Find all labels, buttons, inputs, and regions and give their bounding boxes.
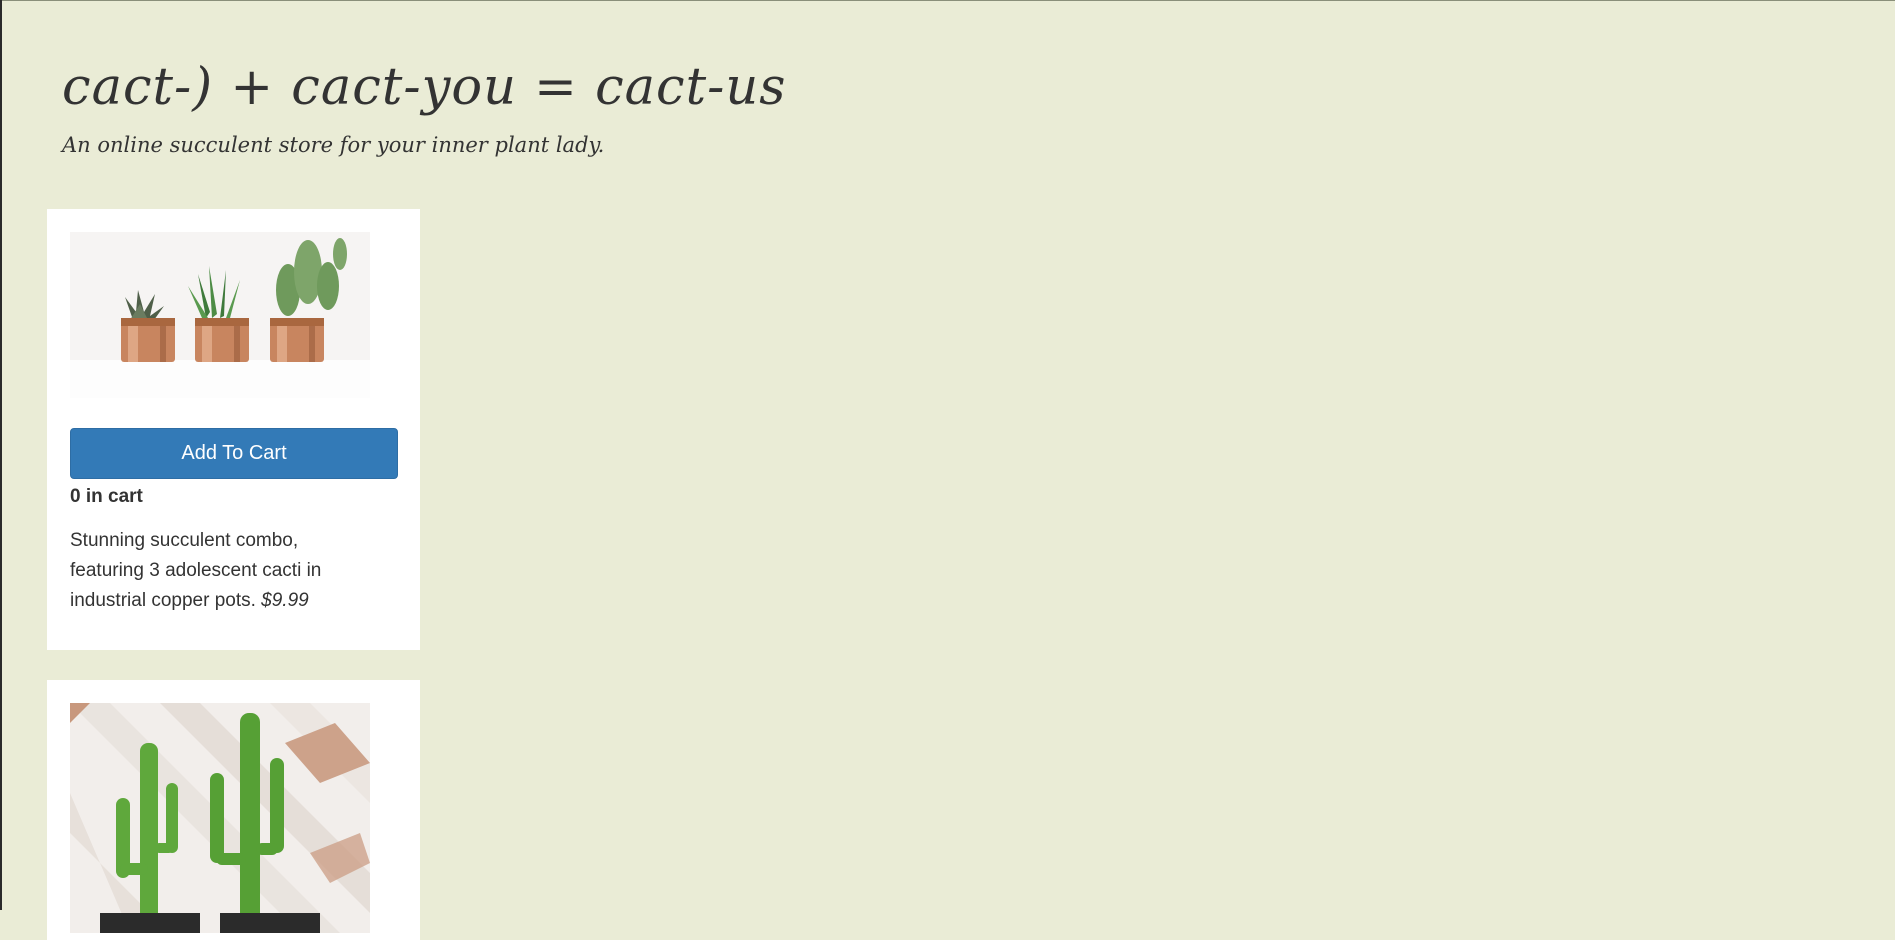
window-top-border <box>0 0 1895 1</box>
product-price: $9.99 <box>261 590 309 611</box>
product-image-copper-pots <box>70 232 370 398</box>
product-card: Add To Cart 0 in cart Stunning succulent… <box>47 209 420 650</box>
product-image-tall-cacti <box>70 703 370 933</box>
window-left-border <box>0 0 2 910</box>
product-description: Stunning succulent combo, featuring 3 ad… <box>70 526 370 616</box>
site-tagline: An online succulent store for your inner… <box>62 133 605 157</box>
product-card <box>47 680 420 940</box>
cart-count: 0 in cart <box>70 486 143 507</box>
site-header: cact-) + cact-you = cact-us An online su… <box>62 58 786 158</box>
site-title: cact-) + cact-you = cact-us <box>62 58 787 117</box>
add-to-cart-button[interactable]: Add To Cart <box>70 428 398 479</box>
